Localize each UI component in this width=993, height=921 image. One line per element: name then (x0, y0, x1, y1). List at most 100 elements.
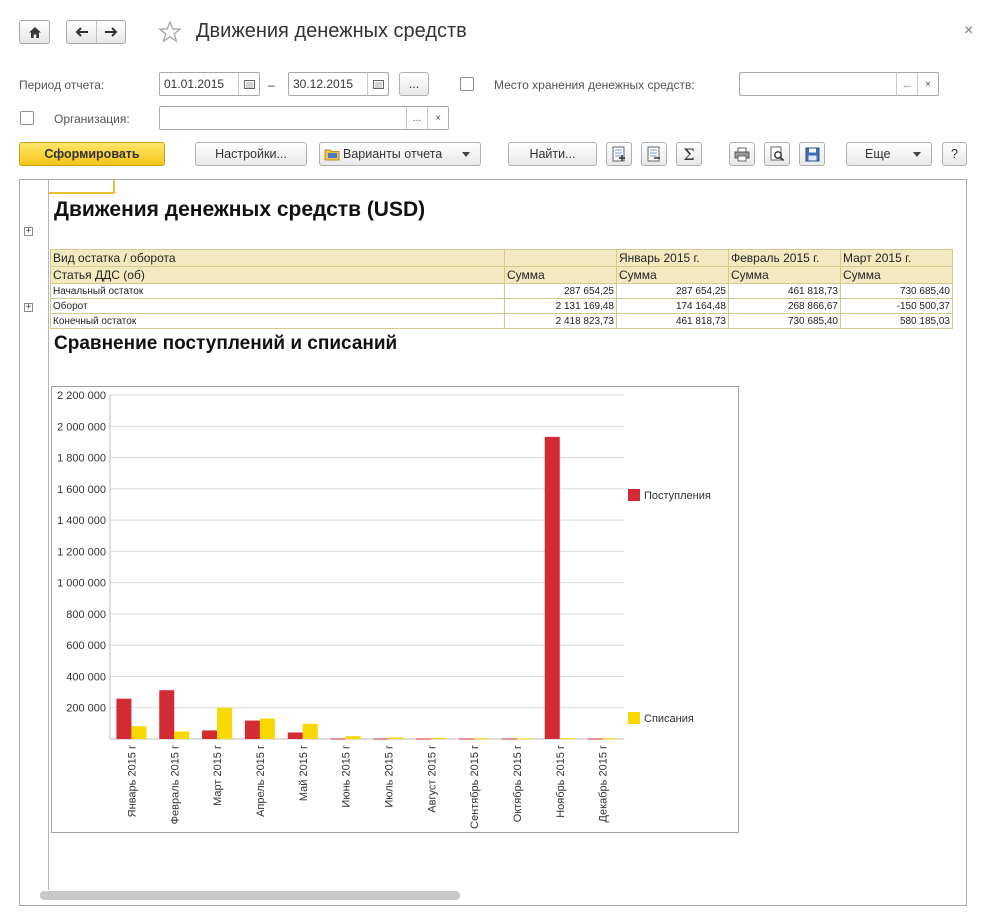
org-label: Организация: (54, 112, 130, 126)
cell-month[interactable]: 461 818,73 (616, 313, 729, 329)
bar-income (330, 738, 346, 740)
header-cell: Январь 2015 г. (616, 249, 729, 267)
calendar-button[interactable] (238, 73, 259, 95)
sum-button[interactable]: Σ (676, 142, 702, 166)
home-button-group[interactable] (19, 20, 50, 44)
collapse-groups-button[interactable] (641, 142, 667, 166)
org-checkbox[interactable] (20, 111, 34, 125)
table-row[interactable]: Оборот 2 131 169,48 174 164,48 268 866,6… (50, 298, 953, 314)
bar-expense (559, 738, 575, 740)
cell-month[interactable]: 287 654,25 (616, 283, 729, 299)
bar-income (287, 732, 303, 739)
row-label[interactable]: Конечный остаток (50, 313, 505, 329)
report-table: Вид остатка / оборота Январь 2015 г. Фев… (50, 249, 953, 329)
y-tick-label: 200 000 (66, 703, 106, 715)
bar-expense (302, 723, 318, 739)
row-label[interactable]: Начальный остаток (50, 283, 505, 299)
report-title: Движения денежных средств (USD) (54, 198, 426, 221)
org-field[interactable]: ... × (159, 106, 449, 130)
save-icon (805, 147, 819, 161)
settings-button[interactable]: Настройки... (195, 142, 307, 166)
back-button[interactable] (67, 21, 96, 43)
close-icon[interactable]: × (964, 22, 973, 40)
expand-rows-group-icon[interactable]: + (24, 303, 33, 312)
calendar-icon (243, 80, 255, 89)
cell-month[interactable]: -150 500,37 (840, 298, 953, 314)
cell-month[interactable]: 268 866,67 (728, 298, 841, 314)
help-button[interactable]: ? (942, 142, 967, 166)
more-dropdown[interactable]: Еще (846, 142, 932, 166)
date-separator: – (268, 78, 275, 92)
x-tick-label: Июль 2015 г (383, 745, 395, 808)
home-icon (28, 26, 41, 38)
horizontal-scrollbar[interactable] (40, 891, 460, 900)
x-tick-label: Август 2015 г (426, 745, 438, 813)
org-clear-button[interactable]: × (427, 107, 448, 129)
more-label: Еще (865, 147, 891, 161)
bar-expense (602, 738, 618, 740)
arrow-right-icon (105, 27, 118, 37)
cell-month[interactable]: 174 164,48 (616, 298, 729, 314)
x-tick-label: Март 2015 г (212, 745, 224, 806)
bar-expense (345, 736, 361, 739)
expand-groups-button[interactable] (606, 142, 632, 166)
preview-button[interactable] (764, 142, 790, 166)
date-from-field[interactable]: 01.01.2015 (159, 72, 260, 96)
table-row[interactable]: Начальный остаток 287 654,25 287 654,25 … (50, 283, 953, 299)
y-tick-label: 400 000 (66, 671, 106, 683)
bar-income (501, 738, 517, 740)
y-tick-label: 600 000 (66, 640, 106, 652)
x-tick-label: Октябрь 2015 г (512, 745, 524, 822)
print-button[interactable] (729, 142, 755, 166)
bar-expense (259, 718, 275, 739)
org-select-button[interactable]: ... (406, 107, 427, 129)
bar-expense (174, 731, 190, 739)
cell-total[interactable]: 287 654,25 (504, 283, 617, 299)
header-cell (504, 249, 617, 267)
calendar-button[interactable] (367, 73, 388, 95)
cell-month[interactable]: 730 685,40 (728, 313, 841, 329)
report-document[interactable]: + + Движения денежных средств (USD) Вид … (19, 179, 967, 906)
bar-income (116, 698, 132, 739)
table-header-row: Статья ДДС (об) Сумма Сумма Сумма Сумма (50, 266, 953, 284)
cell-month[interactable]: 580 185,03 (840, 313, 953, 329)
chart-container[interactable]: 200 000 400 000 600 000 800 000 1 000 000 1 2… (51, 386, 739, 833)
expand-groups-icon (612, 146, 625, 162)
row-label[interactable]: Оборот (50, 298, 505, 314)
header-cell: Статья ДДС (об) (50, 266, 505, 284)
folder-icon (324, 149, 340, 161)
cell-total[interactable]: 2 131 169,48 (504, 298, 617, 314)
date-to-field[interactable]: 30.12.2015 (288, 72, 389, 96)
storage-select-button[interactable]: ... (896, 73, 917, 95)
bar-income (416, 738, 432, 740)
forward-button[interactable] (96, 21, 125, 43)
x-tick-label: Январь 2015 г (126, 745, 138, 817)
table-header-row: Вид остатка / оборота Январь 2015 г. Фев… (50, 249, 953, 267)
y-tick-label: 1 200 000 (57, 546, 106, 558)
generate-button[interactable]: Сформировать (19, 142, 165, 166)
table-row[interactable]: Конечный остаток 2 418 823,73 461 818,73… (50, 313, 953, 329)
expand-title-group-icon[interactable]: + (24, 227, 33, 236)
variants-dropdown[interactable]: Варианты отчета (319, 142, 481, 166)
cell-month[interactable]: 461 818,73 (728, 283, 841, 299)
home-button[interactable] (20, 21, 49, 43)
chevron-down-icon (913, 151, 921, 157)
bar-income (202, 730, 218, 739)
x-tick-label: Сентябрь 2015 г (469, 745, 481, 829)
bar-income (544, 436, 560, 739)
storage-checkbox[interactable] (460, 77, 474, 91)
storage-clear-button[interactable]: × (917, 73, 938, 95)
save-button[interactable] (799, 142, 825, 166)
header-cell: Март 2015 г. (840, 249, 953, 267)
x-tick-label: Июнь 2015 г (341, 745, 353, 808)
bar-income (459, 738, 475, 740)
favorite-star-button[interactable] (158, 20, 182, 47)
cell-month[interactable]: 730 685,40 (840, 283, 953, 299)
find-button[interactable]: Найти... (508, 142, 597, 166)
bar-income (373, 738, 389, 740)
bar-expense (217, 707, 233, 739)
cell-total[interactable]: 2 418 823,73 (504, 313, 617, 329)
storage-field[interactable]: ... × (739, 72, 939, 96)
period-select-button[interactable]: ... (399, 72, 429, 96)
legend-swatch (628, 489, 640, 501)
